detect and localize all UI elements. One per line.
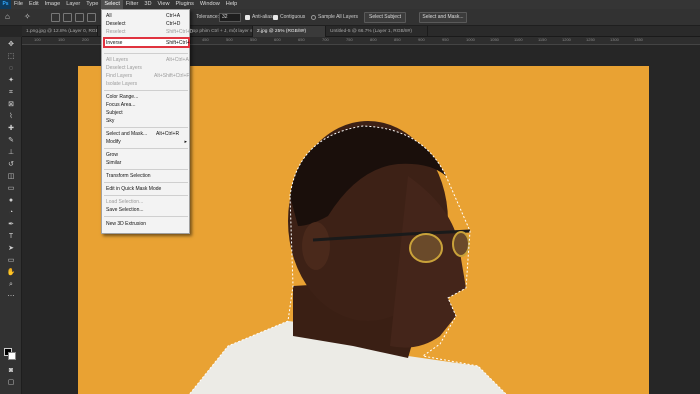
intersect-selection-icon[interactable]: [87, 13, 96, 22]
menu-separator: [104, 169, 188, 170]
menu-help[interactable]: Help: [223, 0, 241, 9]
tools-panel: ✥ ⬚ ◌ ✦ ⌗ ⊠ ⌇ ✚ ✎ ⊥ ↺ ◫ ▭ ● ◔ ✒ T ➤ ▭ ✋ …: [0, 37, 22, 394]
tab-1[interactable]: 1.png.jpg @ 12.8% (Layer 0, RGB/8: [22, 26, 98, 37]
menu-item-deselect[interactable]: Deselect Ctrl+D: [106, 20, 188, 28]
sample-all-layers-label: Sample All Layers: [318, 14, 359, 20]
menu-item-focus-area[interactable]: Focus Area...: [106, 101, 188, 109]
anti-alias-checkbox[interactable]: [245, 15, 250, 20]
stamp-tool-icon[interactable]: ⊥: [6, 149, 16, 157]
menu-image[interactable]: Image: [42, 0, 64, 9]
menu-item-similar[interactable]: Similar: [106, 159, 188, 167]
blur-tool-icon[interactable]: ●: [6, 197, 16, 205]
contiguous-checkbox[interactable]: [273, 15, 278, 20]
menu-item-save-selection[interactable]: Save Selection...: [106, 206, 188, 214]
path-select-tool-icon[interactable]: ➤: [6, 245, 16, 253]
tab-active[interactable]: 2.jpg @ 25% (RGB/8#): [253, 26, 326, 37]
more-tools-icon[interactable]: ⋯: [6, 293, 16, 301]
menu-item-reselect: Reselect Shift+Ctrl+D: [106, 29, 194, 35]
tolerance-label: Tolerance:: [196, 14, 220, 20]
magic-wand-tool-icon[interactable]: ✦: [6, 77, 16, 85]
menu-item-inverse[interactable]: Inverse Shift+Ctrl+I: [106, 39, 191, 47]
menu-filter[interactable]: Filter: [123, 0, 141, 9]
submenu-arrow-icon: ▸: [184, 139, 187, 145]
background-color-swatch[interactable]: [8, 352, 16, 360]
menu-file[interactable]: File: [11, 0, 26, 9]
gradient-tool-icon[interactable]: ▭: [6, 185, 16, 193]
menu-item-quick-mask[interactable]: Edit in Quick Mask Mode: [106, 185, 188, 193]
menu-separator: [104, 148, 188, 149]
hand-tool-icon[interactable]: ✋: [6, 269, 16, 277]
subtract-selection-icon[interactable]: [75, 13, 84, 22]
frame-tool-icon[interactable]: ⊠: [6, 101, 16, 109]
marquee-tool-icon[interactable]: ⬚: [6, 53, 16, 61]
menu-window[interactable]: Window: [197, 0, 223, 9]
move-tool-icon[interactable]: ✥: [6, 41, 16, 49]
menu-separator: [104, 53, 188, 54]
menu-edit[interactable]: Edit: [26, 0, 42, 9]
quick-mask-icon[interactable]: ◙: [6, 367, 16, 375]
menu-item-color-range[interactable]: Color Range...: [106, 93, 188, 101]
add-selection-icon[interactable]: [63, 13, 72, 22]
menu-plugins[interactable]: Plugins: [173, 0, 197, 9]
menu-bar: Ps File Edit Image Layer Type Select Fil…: [0, 0, 700, 9]
menu-item-all-layers: All Layers Alt+Ctrl+A: [106, 57, 189, 63]
menu-type[interactable]: Type: [83, 0, 101, 9]
menu-item-select-and-mask[interactable]: Select and Mask... Alt+Ctrl+R: [106, 130, 188, 138]
magic-wand-icon[interactable]: ✧: [24, 12, 31, 21]
sample-all-layers-checkbox[interactable]: [311, 15, 316, 20]
menu-separator: [104, 127, 188, 128]
contiguous-label: Contiguous: [280, 14, 306, 20]
home-icon[interactable]: ⌂: [5, 12, 10, 21]
pen-tool-icon[interactable]: ✒: [6, 221, 16, 229]
select-menu-dropdown: All Ctrl+A Deselect Ctrl+D Reselect Shift+C…: [101, 9, 194, 234]
menu-item-modify[interactable]: Modify ▸: [106, 138, 188, 146]
eraser-tool-icon[interactable]: ◫: [6, 173, 16, 181]
brush-tool-icon[interactable]: ✎: [6, 137, 16, 145]
menu-select[interactable]: Select: [101, 0, 123, 9]
screen-mode-icon[interactable]: ▢: [6, 379, 16, 387]
menu-item-isolate-layers: Isolate Layers: [106, 81, 138, 87]
photoshop-logo: Ps: [0, 0, 11, 9]
menu-item-grow[interactable]: Grow: [106, 151, 188, 159]
menu-item-transform-selection[interactable]: Transform Selection: [106, 172, 188, 180]
select-and-mask-button[interactable]: Select and Mask...: [419, 12, 467, 23]
menu-layer[interactable]: Layer: [63, 0, 83, 9]
eyedropper-tool-icon[interactable]: ⌇: [6, 113, 16, 121]
tolerance-input[interactable]: 32: [219, 13, 241, 22]
menu-item-sky[interactable]: Sky: [106, 117, 188, 125]
shape-tool-icon[interactable]: ▭: [6, 257, 16, 265]
type-tool-icon[interactable]: T: [6, 233, 16, 241]
dodge-tool-icon[interactable]: ◔: [6, 209, 16, 217]
crop-tool-icon[interactable]: ⌗: [6, 89, 16, 97]
lasso-tool-icon[interactable]: ◌: [6, 65, 16, 73]
menu-item-find-layers: Find Layers Alt+Shift+Ctrl+F: [106, 73, 190, 79]
menu-separator: [104, 182, 188, 183]
zoom-tool-icon[interactable]: ⌕: [6, 281, 16, 289]
menu-separator: [104, 216, 188, 217]
healing-tool-icon[interactable]: ✚: [6, 125, 16, 133]
history-brush-icon[interactable]: ↺: [6, 161, 16, 169]
tab-4[interactable]: Untitled-5 @ 66.7% (Layer 1, RGB/8#): [326, 26, 428, 37]
menu-item-subject[interactable]: Subject: [106, 109, 188, 117]
menu-separator: [104, 195, 188, 196]
menu-item-deselect-layers: Deselect Layers: [106, 65, 142, 71]
menu-separator: [104, 90, 188, 91]
menu-item-load-selection: Load Selection...: [106, 199, 144, 205]
menu-item-all[interactable]: All Ctrl+A: [106, 12, 188, 20]
menu-item-new-3d-extrusion[interactable]: New 3D Extrusion: [106, 220, 188, 228]
menu-3d[interactable]: 3D: [141, 0, 154, 9]
new-selection-icon[interactable]: [51, 13, 60, 22]
menu-view[interactable]: View: [154, 0, 172, 9]
select-subject-button[interactable]: Select Subject: [364, 12, 406, 23]
anti-alias-label: Anti-alias: [252, 14, 273, 20]
